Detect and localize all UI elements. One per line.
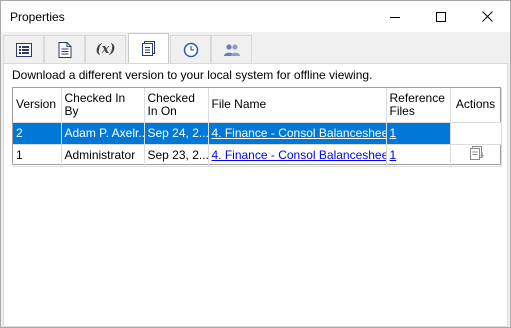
- column-header-checked-in-by[interactable]: Checked In By: [61, 88, 145, 123]
- cell-reference-files[interactable]: 1: [386, 144, 451, 167]
- table-row[interactable]: 1 Administrator Sep 23, 2... 4. Finance …: [13, 144, 502, 167]
- cell-file-name[interactable]: 4. Finance - Consol Balancesheet...: [208, 122, 387, 145]
- reference-files-link[interactable]: 1: [390, 148, 397, 162]
- download-version-icon[interactable]: [467, 145, 485, 165]
- reference-files-link[interactable]: 1: [390, 126, 397, 140]
- cell-file-name[interactable]: 4. Finance - Consol Balancesheet...: [208, 144, 387, 167]
- cell-version[interactable]: 1: [13, 144, 62, 167]
- cell-actions: [450, 144, 502, 167]
- file-name-link[interactable]: 4. Finance - Consol Balancesheet...: [212, 148, 386, 162]
- tab-variables[interactable]: (x): [85, 35, 126, 63]
- cell-checked-in-on[interactable]: Sep 23, 2...: [144, 144, 209, 167]
- column-header-checked-in-on[interactable]: Checked In On: [144, 88, 209, 123]
- tab-strip: (x): [1, 32, 510, 64]
- maximize-icon: [436, 11, 446, 22]
- document-icon: [58, 41, 71, 58]
- variable-icon: (x): [95, 42, 116, 57]
- versions-table: Version Checked In By Checked In On File…: [13, 88, 502, 167]
- clock-icon: [183, 42, 198, 57]
- header-row: Version Checked In By Checked In On File…: [13, 88, 502, 123]
- column-header-file-name[interactable]: File Name: [208, 88, 387, 123]
- cell-actions: [450, 122, 502, 145]
- cell-checked-in-by[interactable]: Administrator: [61, 144, 145, 167]
- tab-versions[interactable]: [128, 33, 169, 64]
- table-row[interactable]: 2 Adam P. Axelr... Sep 24, 2... 4. Finan…: [13, 122, 502, 145]
- versions-grid: Version Checked In By Checked In On File…: [12, 87, 502, 167]
- minimize-button[interactable]: [372, 1, 418, 32]
- close-button[interactable]: [464, 1, 510, 32]
- tab-document[interactable]: [44, 35, 85, 63]
- maximize-button[interactable]: [418, 1, 464, 32]
- tab-users[interactable]: [211, 35, 252, 63]
- cell-reference-files[interactable]: 1: [386, 122, 451, 145]
- tab-history[interactable]: [170, 35, 211, 63]
- file-name-link[interactable]: 4. Finance - Consol Balancesheet...: [212, 126, 386, 140]
- column-header-version[interactable]: Version: [13, 88, 62, 123]
- cell-checked-in-by[interactable]: Adam P. Axelr...: [61, 122, 145, 145]
- close-icon: [481, 11, 493, 22]
- column-header-reference-files[interactable]: Reference Files: [386, 88, 451, 123]
- description-text: Download a different version to your loc…: [12, 68, 373, 82]
- properties-window: Properties (x) Download a different vers…: [0, 0, 511, 328]
- minimize-icon: [390, 16, 400, 18]
- column-header-actions[interactable]: Actions: [450, 88, 502, 123]
- users-icon: [223, 43, 240, 56]
- title-bar[interactable]: Properties: [1, 1, 510, 32]
- versions-icon: [141, 41, 155, 56]
- window-title: Properties: [10, 9, 65, 24]
- list-icon: [15, 42, 32, 57]
- cell-checked-in-on[interactable]: Sep 24, 2...: [144, 122, 209, 145]
- tab-general[interactable]: [3, 35, 44, 63]
- cell-version[interactable]: 2: [13, 122, 62, 145]
